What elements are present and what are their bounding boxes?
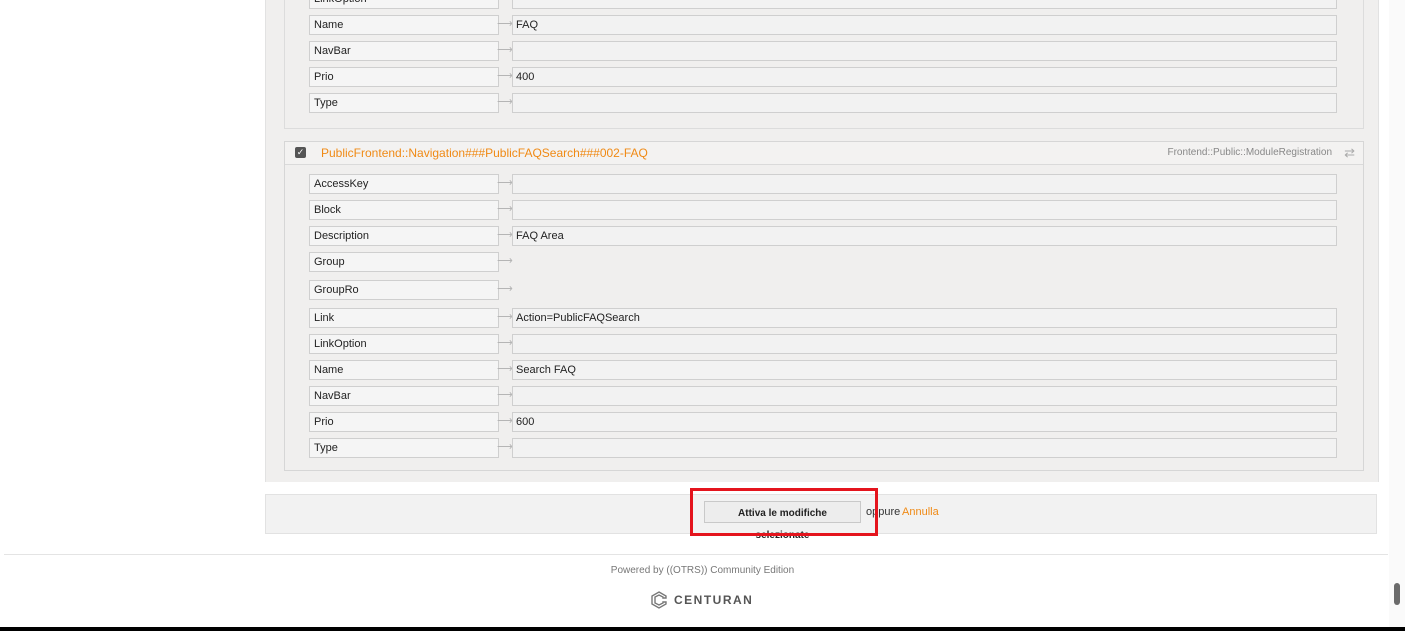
setting-key: Description [309,226,499,246]
setting-row: LinkOption ⟶ [285,334,1363,354]
scrollbar-thumb[interactable] [1394,583,1400,605]
centuran-logo-icon [651,591,667,609]
arrow-icon: ⟶ [497,70,513,82]
activate-changes-button[interactable]: Attiva le modifiche selezionate [704,501,861,541]
setting-section-previous: LinkOption ⟶ Name ⟶ FAQ NavBar ⟶ Prio ⟶ … [284,0,1364,129]
setting-row: Type ⟶ [285,438,1363,458]
setting-key: Prio [309,412,499,432]
setting-value-field[interactable]: FAQ [512,15,1337,35]
setting-section-publicfaqsearch: ✓ PublicFrontend::Navigation###PublicFAQ… [284,141,1364,471]
setting-value-field[interactable] [512,41,1337,61]
setting-row: Type ⟶ [285,93,1363,113]
oppure-text: oppure [866,506,901,518]
setting-value-field[interactable] [512,200,1337,220]
arrow-icon: ⟶ [497,337,513,349]
arrow-icon: ⟶ [497,283,513,295]
setting-key: LinkOption [309,0,499,9]
setting-key: Name [309,360,499,380]
setting-value-field[interactable]: Search FAQ [512,360,1337,380]
setting-row: Name ⟶ FAQ [285,15,1363,35]
setting-module-label: Frontend::Public::ModuleRegistration [1167,147,1332,158]
setting-row: LinkOption ⟶ [285,0,1363,9]
centuran-logo[interactable]: CENTURAN [650,591,753,609]
arrow-icon: ⟶ [497,18,513,30]
swap-icon[interactable]: ⇄ [1344,145,1355,161]
window-bottom-edge [0,627,1405,631]
arrow-icon: ⟶ [497,177,513,189]
setting-value-field[interactable] [512,334,1337,354]
arrow-icon: ⟶ [497,311,513,323]
setting-key: Group [309,252,499,272]
setting-key: LinkOption [309,334,499,354]
setting-row: NavBar ⟶ [285,41,1363,61]
scrollbar-track[interactable] [1389,0,1405,627]
setting-value-field[interactable] [512,0,1337,9]
arrow-icon: ⟶ [497,363,513,375]
arrow-icon: ⟶ [497,96,513,108]
arrow-icon: ⟶ [497,0,513,4]
setting-value-field[interactable] [512,174,1337,194]
setting-value-field[interactable] [512,386,1337,406]
setting-key: Name [309,15,499,35]
setting-value-field[interactable]: 600 [512,412,1337,432]
setting-row: Prio ⟶ 600 [285,412,1363,432]
setting-key: Block [309,200,499,220]
footer-divider [4,554,1388,555]
setting-key: Link [309,308,499,328]
setting-value-field[interactable] [512,438,1337,458]
setting-checkbox[interactable]: ✓ [295,147,306,158]
setting-key: NavBar [309,386,499,406]
arrow-icon: ⟶ [497,255,513,267]
setting-title-link[interactable]: PublicFrontend::Navigation###PublicFAQSe… [321,146,648,160]
setting-row: Name ⟶ Search FAQ [285,360,1363,380]
setting-row: NavBar ⟶ [285,386,1363,406]
arrow-icon: ⟶ [497,229,513,241]
setting-row: AccessKey ⟶ [285,174,1363,194]
footer-powered-by: Powered by ((OTRS)) Community Edition [610,565,795,576]
setting-row: Description ⟶ FAQ Area [285,226,1363,246]
arrow-icon: ⟶ [497,441,513,453]
setting-value-field[interactable]: FAQ Area [512,226,1337,246]
arrow-icon: ⟶ [497,389,513,401]
setting-key: Prio [309,67,499,87]
setting-row: GroupRo ⟶ [285,280,1363,300]
arrow-icon: ⟶ [497,415,513,427]
centuran-logo-text: CENTURAN [674,593,754,607]
setting-key: AccessKey [309,174,499,194]
section-header: ✓ PublicFrontend::Navigation###PublicFAQ… [285,142,1363,165]
cancel-link[interactable]: Annulla [902,506,939,518]
setting-row: Group ⟶ [285,252,1363,272]
setting-key: GroupRo [309,280,499,300]
setting-key: NavBar [309,41,499,61]
setting-value-field[interactable] [512,93,1337,113]
arrow-icon: ⟶ [497,203,513,215]
setting-row: Link ⟶ Action=PublicFAQSearch [285,308,1363,328]
setting-row: Block ⟶ [285,200,1363,220]
setting-value-field[interactable]: Action=PublicFAQSearch [512,308,1337,328]
setting-value-field[interactable]: 400 [512,67,1337,87]
setting-row: Prio ⟶ 400 [285,67,1363,87]
arrow-icon: ⟶ [497,44,513,56]
setting-key: Type [309,93,499,113]
setting-key: Type [309,438,499,458]
